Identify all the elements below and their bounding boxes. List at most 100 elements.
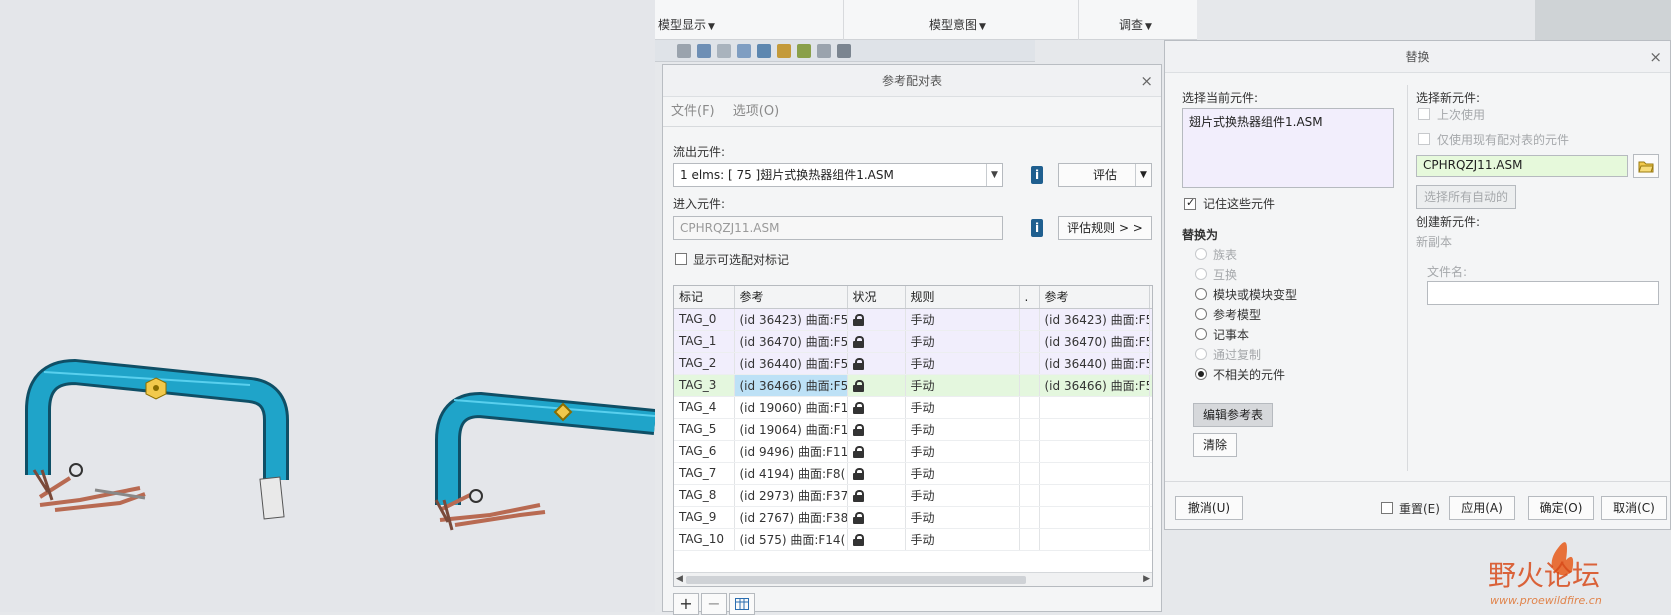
- table-row[interactable]: TAG_10(id 575) 曲面:F14( 手动 ▸: [674, 528, 1152, 551]
- status-cell[interactable]: [847, 396, 906, 419]
- table-row[interactable]: TAG_2(id 36440) 曲面:F5手动(id 36440) 曲面:F5▸: [674, 352, 1152, 375]
- tag-cell[interactable]: TAG_7: [674, 462, 735, 485]
- spin-center-icon[interactable]: [797, 44, 811, 58]
- inflow-component-field[interactable]: CPHRQZJ11.ASM: [673, 216, 1003, 240]
- status-end-cell[interactable]: ▸: [1149, 418, 1152, 441]
- tag-cell[interactable]: TAG_3: [674, 374, 735, 397]
- last-used-checkbox[interactable]: [1418, 108, 1430, 120]
- clear-button[interactable]: 清除: [1193, 433, 1237, 457]
- rule-cell[interactable]: 手动: [905, 440, 1020, 463]
- only-existing-checkbox[interactable]: [1418, 133, 1430, 145]
- rule-cell[interactable]: 手动: [905, 330, 1020, 353]
- status-cell[interactable]: [847, 374, 906, 397]
- status-cell[interactable]: [847, 330, 906, 353]
- table-row[interactable]: TAG_6(id 9496) 曲面:F11 手动 ▸: [674, 440, 1152, 463]
- ribbon-group-model-intent[interactable]: 模型意图 ▼: [929, 16, 986, 33]
- status-end-cell[interactable]: ▸: [1149, 462, 1152, 485]
- rule-cell[interactable]: 手动: [905, 528, 1020, 551]
- target-reference-cell[interactable]: [1039, 462, 1150, 485]
- spacer-cell[interactable]: [1019, 528, 1040, 551]
- column-header[interactable]: 状况: [847, 286, 906, 309]
- column-header[interactable]: 参考: [1039, 286, 1150, 309]
- reference-table[interactable]: 标记 参考 状况 规则 . 参考 状 TAG_0(id 36423) 曲面:F5…: [673, 285, 1153, 587]
- target-reference-cell[interactable]: [1039, 440, 1150, 463]
- rule-cell[interactable]: 手动: [905, 462, 1020, 485]
- table-row[interactable]: TAG_5(id 19064) 曲面:F1 手动 ▸: [674, 418, 1152, 441]
- reference-cell[interactable]: (id 36470) 曲面:F5: [734, 330, 848, 353]
- target-reference-cell[interactable]: (id 36440) 曲面:F5: [1039, 352, 1150, 375]
- ribbon-group-model-display[interactable]: 模型显示 ▼: [658, 16, 715, 33]
- spacer-cell[interactable]: [1019, 374, 1040, 397]
- status-end-cell[interactable]: ▸: [1149, 440, 1152, 463]
- target-reference-cell[interactable]: [1039, 528, 1150, 551]
- spacer-cell[interactable]: [1019, 308, 1040, 331]
- close-icon[interactable]: ×: [1649, 41, 1662, 73]
- column-header[interactable]: 规则: [905, 286, 1020, 309]
- status-end-cell[interactable]: ▸: [1149, 374, 1152, 397]
- target-reference-cell[interactable]: [1039, 484, 1150, 507]
- target-reference-cell[interactable]: [1039, 506, 1150, 529]
- rule-cell[interactable]: 手动: [905, 506, 1020, 529]
- status-cell[interactable]: [847, 462, 906, 485]
- table-row[interactable]: TAG_8(id 2973) 曲面:F37 手动 ▸: [674, 484, 1152, 507]
- reset-checkbox[interactable]: [1381, 502, 1393, 514]
- pause-icon[interactable]: [837, 44, 851, 58]
- select-all-auto-button[interactable]: 选择所有自动的: [1416, 185, 1516, 209]
- replace-option-radio[interactable]: [1195, 348, 1207, 360]
- status-cell[interactable]: [847, 484, 906, 507]
- spacer-cell[interactable]: [1019, 418, 1040, 441]
- horizontal-scrollbar[interactable]: ◀ ▶: [674, 572, 1152, 586]
- spacer-cell[interactable]: [1019, 396, 1040, 419]
- info-icon[interactable]: i: [1031, 219, 1043, 237]
- show-tags-checkbox[interactable]: [675, 253, 687, 265]
- tag-cell[interactable]: TAG_4: [674, 396, 735, 419]
- reference-cell[interactable]: (id 19064) 曲面:F1: [734, 418, 848, 441]
- replace-option-radio[interactable]: [1195, 288, 1207, 300]
- reference-cell[interactable]: (id 2767) 曲面:F38: [734, 506, 848, 529]
- status-end-cell[interactable]: ▸: [1149, 506, 1152, 529]
- table-row[interactable]: TAG_0(id 36423) 曲面:F5手动(id 36423) 曲面:F5▸: [674, 308, 1152, 331]
- replace-option-radio[interactable]: [1195, 328, 1207, 340]
- target-reference-cell[interactable]: [1039, 418, 1150, 441]
- chevron-down-icon[interactable]: ▼: [986, 164, 1002, 186]
- column-header[interactable]: 标记: [674, 286, 735, 309]
- ribbon-group-investigate[interactable]: 调查 ▼: [1119, 16, 1152, 33]
- status-end-cell[interactable]: ▸: [1149, 528, 1152, 551]
- annotation-icon[interactable]: [817, 44, 831, 58]
- tag-cell[interactable]: TAG_5: [674, 418, 735, 441]
- column-header[interactable]: .: [1019, 286, 1040, 309]
- status-end-cell[interactable]: ▸: [1149, 330, 1152, 353]
- current-component-item[interactable]: 翅片式换热器组件1.ASM: [1189, 115, 1323, 129]
- rule-cell[interactable]: 手动: [905, 374, 1020, 397]
- target-reference-cell[interactable]: [1039, 396, 1150, 419]
- current-component-list[interactable]: 翅片式换热器组件1.ASM: [1182, 108, 1394, 188]
- spacer-cell[interactable]: [1019, 484, 1040, 507]
- rule-cell[interactable]: 手动: [905, 308, 1020, 331]
- ok-button[interactable]: 确定(O): [1528, 496, 1594, 520]
- column-header[interactable]: 参考: [734, 286, 848, 309]
- status-cell[interactable]: [847, 418, 906, 441]
- chevron-down-icon[interactable]: ▼: [1135, 164, 1151, 186]
- target-reference-cell[interactable]: (id 36466) 曲面:F5: [1039, 374, 1150, 397]
- tag-cell[interactable]: TAG_10: [674, 528, 735, 551]
- menu-file[interactable]: 文件(F): [671, 104, 715, 119]
- reference-cell[interactable]: (id 575) 曲面:F14(: [734, 528, 848, 551]
- reference-cell[interactable]: (id 36423) 曲面:F5: [734, 308, 848, 331]
- perspective-icon[interactable]: [757, 44, 771, 58]
- status-end-cell[interactable]: ▸: [1149, 308, 1152, 331]
- spacer-cell[interactable]: [1019, 440, 1040, 463]
- reference-cell[interactable]: (id 9496) 曲面:F11: [734, 440, 848, 463]
- edit-reference-table-button[interactable]: 编辑参考表: [1193, 403, 1273, 427]
- replace-option-radio[interactable]: [1195, 248, 1207, 260]
- scrollbar-thumb[interactable]: [686, 576, 1026, 584]
- spacer-cell[interactable]: [1019, 352, 1040, 375]
- filename-input[interactable]: [1427, 281, 1659, 305]
- evaluate-rules-button[interactable]: 评估规则 > >: [1058, 216, 1152, 240]
- status-cell[interactable]: [847, 308, 906, 331]
- model-viewport[interactable]: [0, 0, 655, 612]
- replace-option-radio[interactable]: [1195, 308, 1207, 320]
- spacer-cell[interactable]: [1019, 506, 1040, 529]
- replace-option-radio[interactable]: [1195, 368, 1207, 380]
- info-icon[interactable]: i: [1031, 166, 1043, 184]
- rule-cell[interactable]: 手动: [905, 396, 1020, 419]
